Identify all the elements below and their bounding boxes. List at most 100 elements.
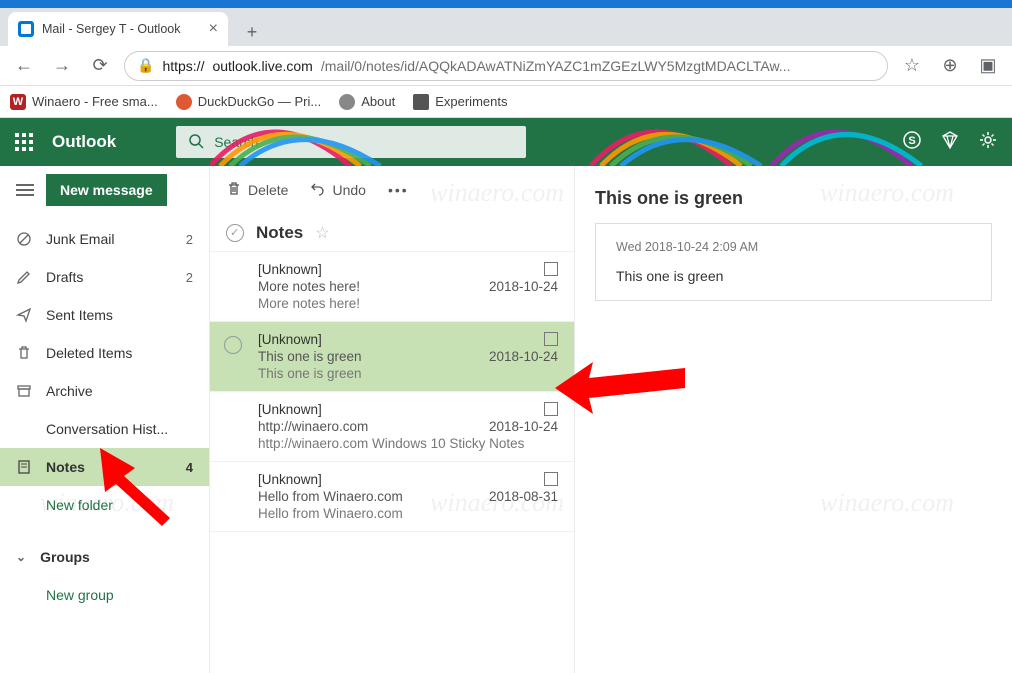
- bookmarks-bar: WWinaero - Free sma... DuckDuckGo — Pri.…: [0, 86, 1012, 118]
- archive-icon: [16, 383, 32, 399]
- note-timestamp: Wed 2018-10-24 2:09 AM: [616, 240, 971, 254]
- bookmark-experiments[interactable]: Experiments: [413, 94, 507, 110]
- url-host: outlook.live.com: [212, 58, 312, 74]
- duckduckgo-favicon: [176, 94, 192, 110]
- note-body: This one is green: [616, 268, 971, 284]
- note-card: Wed 2018-10-24 2:09 AM This one is green: [595, 223, 992, 301]
- skype-icon[interactable]: S: [902, 130, 922, 155]
- note-from: [Unknown]: [258, 262, 322, 277]
- app-header: Outlook S: [0, 118, 1012, 166]
- address-row: ← → ⟳ 🔒 https://outlook.live.com/mail/0/…: [0, 46, 1012, 86]
- note-item[interactable]: [Unknown] This one is green2018-10-24 Th…: [210, 322, 574, 392]
- folder-label: Notes: [46, 459, 85, 475]
- collections-icon[interactable]: ⊕: [936, 52, 964, 80]
- outlook-favicon: [18, 21, 34, 37]
- more-actions-button[interactable]: •••: [388, 182, 409, 198]
- folder-drafts[interactable]: Drafts 2: [0, 258, 209, 296]
- bookmark-label: About: [361, 94, 395, 109]
- favorite-star-icon[interactable]: ☆: [898, 52, 926, 80]
- note-preview: This one is green: [258, 366, 558, 381]
- note-date: 2018-08-31: [489, 489, 558, 504]
- undo-label: Undo: [332, 182, 365, 198]
- settings-gear-icon[interactable]: [978, 130, 998, 155]
- new-folder-link[interactable]: New folder: [0, 486, 209, 524]
- select-checkbox[interactable]: [224, 336, 242, 354]
- forward-button[interactable]: →: [48, 52, 76, 80]
- note-type-icon: [544, 472, 558, 486]
- folder-count: 2: [186, 232, 193, 247]
- tab-strip: Mail - Sergey T - Outlook × +: [0, 8, 1012, 46]
- gear-favicon: [339, 94, 355, 110]
- note-item[interactable]: [Unknown] http://winaero.com2018-10-24 h…: [210, 392, 574, 462]
- select-all-checkbox[interactable]: [226, 224, 244, 242]
- note-from: [Unknown]: [258, 332, 322, 347]
- list-pane: Delete Undo ••• Notes ☆ [Unknown] More n…: [210, 166, 575, 673]
- folder-sent-items[interactable]: Sent Items: [0, 296, 209, 334]
- favorite-star-icon[interactable]: ☆: [315, 223, 329, 243]
- new-message-button[interactable]: New message: [46, 174, 167, 206]
- search-box[interactable]: [176, 126, 526, 158]
- browser-tab[interactable]: Mail - Sergey T - Outlook ×: [8, 12, 228, 46]
- reading-pane: This one is green Wed 2018-10-24 2:09 AM…: [575, 166, 1012, 673]
- note-subject: Hello from Winaero.com: [258, 489, 403, 504]
- note-date: 2018-10-24: [489, 279, 558, 294]
- folder-junk-email[interactable]: Junk Email 2: [0, 220, 209, 258]
- sidebar: New message Junk Email 2 Drafts 2 Sent I…: [0, 166, 210, 673]
- bookmark-label: Experiments: [435, 94, 507, 109]
- note-from: [Unknown]: [258, 472, 322, 487]
- new-folder-label: New folder: [46, 497, 113, 513]
- folder-label: Junk Email: [46, 231, 114, 247]
- note-item[interactable]: [Unknown] Hello from Winaero.com 2018-08-…: [210, 462, 574, 532]
- folder-count: 2: [186, 270, 193, 285]
- folder-notes[interactable]: Notes 4: [0, 448, 209, 486]
- extensions-icon[interactable]: ▣: [974, 52, 1002, 80]
- groups-header[interactable]: ⌄ Groups: [0, 538, 209, 576]
- folder-archive[interactable]: Archive: [0, 372, 209, 410]
- toolbar: Delete Undo •••: [210, 166, 574, 214]
- note-item[interactable]: [Unknown] More notes here! 2018-10-24 Mor…: [210, 252, 574, 322]
- new-tab-button[interactable]: +: [238, 18, 266, 46]
- folder-count: 4: [186, 460, 193, 475]
- address-bar[interactable]: 🔒 https://outlook.live.com/mail/0/notes/…: [124, 51, 888, 81]
- reload-button[interactable]: ⟳: [86, 52, 114, 80]
- winaero-favicon: W: [10, 94, 26, 110]
- undo-button[interactable]: Undo: [310, 181, 365, 200]
- url-scheme: https://: [162, 58, 204, 74]
- groups-label: Groups: [40, 549, 90, 565]
- note-subject: http://winaero.com: [258, 419, 368, 434]
- bookmark-about[interactable]: About: [339, 94, 395, 110]
- note-from: [Unknown]: [258, 402, 322, 417]
- folder-label: Deleted Items: [46, 345, 132, 361]
- app-launcher-button[interactable]: [0, 118, 48, 166]
- trash-icon: [226, 181, 242, 200]
- note-preview: Hello from Winaero.com: [258, 506, 558, 521]
- list-header: Notes ☆: [210, 214, 574, 252]
- brand-name: Outlook: [52, 132, 116, 152]
- app-body: New message Junk Email 2 Drafts 2 Sent I…: [0, 166, 1012, 673]
- chevron-down-icon: ⌄: [16, 550, 26, 564]
- delete-button[interactable]: Delete: [226, 181, 288, 200]
- bookmark-label: DuckDuckGo — Pri...: [198, 94, 322, 109]
- search-icon: [188, 133, 204, 152]
- window-titlebar: [0, 0, 1012, 8]
- hamburger-menu-button[interactable]: [16, 184, 34, 196]
- note-preview: More notes here!: [258, 296, 558, 311]
- folder-conversation-history[interactable]: Conversation Hist...: [0, 410, 209, 448]
- blank-icon: [16, 421, 32, 437]
- url-path: /mail/0/notes/id/AQQkADAwATNiZmYAZC1mZGE…: [321, 58, 791, 74]
- note-subject: More notes here!: [258, 279, 360, 294]
- folder-deleted-items[interactable]: Deleted Items: [0, 334, 209, 372]
- note-date: 2018-10-24: [489, 349, 558, 364]
- new-group-link[interactable]: New group: [0, 576, 209, 614]
- note-type-icon: [544, 262, 558, 276]
- sent-icon: [16, 307, 32, 323]
- back-button[interactable]: ←: [10, 52, 38, 80]
- close-tab-icon[interactable]: ×: [209, 20, 218, 38]
- ellipsis-icon: •••: [388, 182, 409, 198]
- search-input[interactable]: [214, 134, 514, 150]
- list-title: Notes: [256, 223, 303, 243]
- bookmark-winaero[interactable]: WWinaero - Free sma...: [10, 94, 158, 110]
- diamond-icon[interactable]: [940, 130, 960, 155]
- bookmark-duckduckgo[interactable]: DuckDuckGo — Pri...: [176, 94, 322, 110]
- note-preview: http://winaero.com Windows 10 Sticky Not…: [258, 436, 558, 451]
